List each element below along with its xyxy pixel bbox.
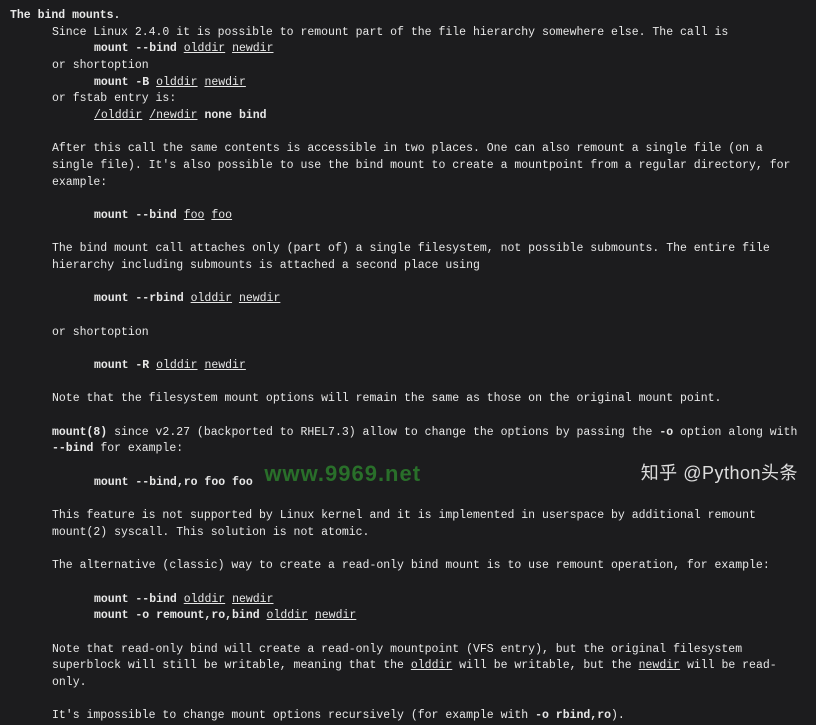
arg: olddir: [184, 42, 225, 55]
blank-line: [10, 275, 806, 292]
arg: newdir: [315, 609, 356, 622]
text-line: mount(8) since v2.27 (backported to RHEL…: [10, 425, 806, 458]
opt: -o: [659, 426, 673, 439]
blank-line: [10, 125, 806, 142]
cmd: none bind: [204, 109, 266, 122]
blank-line: [10, 408, 806, 425]
arg: newdir: [204, 76, 245, 89]
arg: olddir: [191, 292, 232, 305]
text-line: The bind mount call attaches only (part …: [10, 241, 806, 274]
opt: --bind: [52, 442, 93, 455]
blank-line: [10, 575, 806, 592]
blank-line: [10, 375, 806, 392]
arg: olddir: [184, 593, 225, 606]
arg: /newdir: [149, 109, 197, 122]
text: option along with: [673, 426, 797, 439]
blank-line: [10, 625, 806, 642]
arg: /olddir: [94, 109, 142, 122]
fstab-line: /olddir /newdir none bind: [10, 108, 806, 125]
blank-line: [10, 692, 806, 709]
manpage-section: The bind mounts. Since Linux 2.4.0 it is…: [10, 8, 806, 725]
arg: foo: [211, 209, 232, 222]
man-ref: mount(8): [52, 426, 107, 439]
arg: olddir: [156, 76, 197, 89]
text: since v2.27 (backported to RHEL7.3) allo…: [107, 426, 659, 439]
watermark-zhihu: 知乎 @Python头条: [641, 460, 798, 486]
cmd: mount -R: [94, 359, 149, 372]
arg: olddir: [411, 659, 452, 672]
cmd: mount --bind: [94, 42, 177, 55]
cmd-line: mount --bind foo foo: [10, 208, 806, 225]
text-line: It's impossible to change mount options …: [10, 708, 806, 725]
text-line: This feature is not supported by Linux k…: [10, 508, 806, 541]
cmd: mount --bind: [94, 209, 177, 222]
cmd: mount --rbind: [94, 292, 184, 305]
text-line: or shortoption: [10, 58, 806, 75]
cmd: mount -B: [94, 76, 149, 89]
text: for example:: [93, 442, 183, 455]
text-line: The alternative (classic) way to create …: [10, 558, 806, 575]
cmd-line: mount --bind olddir newdir: [10, 592, 806, 609]
text-line: Note that read-only bind will create a r…: [10, 642, 806, 692]
blank-line: [10, 225, 806, 242]
cmd-line: mount --bind olddir newdir: [10, 41, 806, 58]
blank-line: [10, 191, 806, 208]
cmd-line: mount -B olddir newdir: [10, 75, 806, 92]
text: It's impossible to change mount options …: [52, 709, 535, 722]
arg: olddir: [156, 359, 197, 372]
text: ).: [611, 709, 625, 722]
section-title: The bind mounts.: [10, 8, 806, 25]
opt: -o rbind,ro: [535, 709, 611, 722]
arg: newdir: [239, 292, 280, 305]
text: will be writable, but the: [452, 659, 638, 672]
blank-line: [10, 308, 806, 325]
blank-line: [10, 542, 806, 559]
cmd: mount --bind: [94, 593, 177, 606]
cmd-line: mount -o remount,ro,bind olddir newdir: [10, 608, 806, 625]
text-line: or fstab entry is:: [10, 91, 806, 108]
arg: newdir: [232, 593, 273, 606]
arg: newdir: [204, 359, 245, 372]
arg: newdir: [232, 42, 273, 55]
cmd-line: mount --rbind olddir newdir: [10, 291, 806, 308]
text-line: After this call the same contents is acc…: [10, 141, 806, 191]
text-line: Since Linux 2.4.0 it is possible to remo…: [10, 25, 806, 42]
watermark-url: www.9969.net: [264, 458, 421, 490]
cmd: mount -o remount,ro,bind: [94, 609, 260, 622]
arg: newdir: [639, 659, 680, 672]
text-line: Note that the filesystem mount options w…: [10, 391, 806, 408]
text-line: or shortoption: [10, 325, 806, 342]
arg: foo: [184, 209, 205, 222]
cmd-line: mount -R olddir newdir: [10, 358, 806, 375]
blank-line: [10, 341, 806, 358]
arg: olddir: [267, 609, 308, 622]
